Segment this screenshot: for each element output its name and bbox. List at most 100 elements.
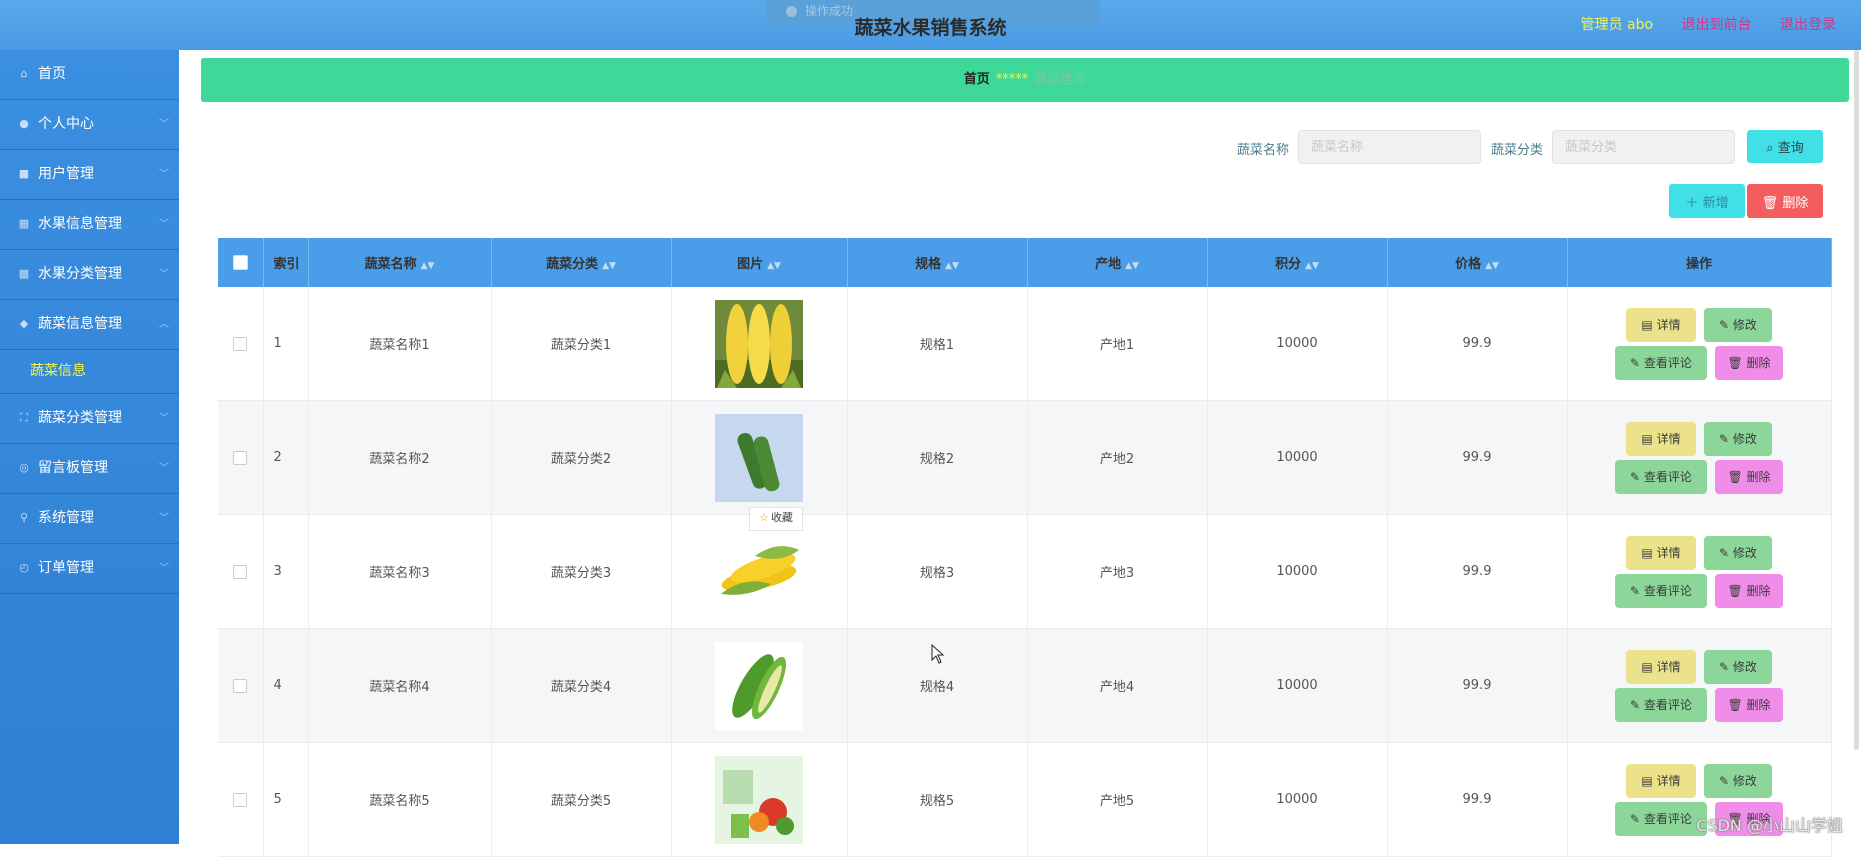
edit-button[interactable]: ✎ 修改 — [1704, 421, 1772, 456]
row-delete-button[interactable]: 🗑 删除 — [1715, 687, 1783, 722]
back-to-frontend-link[interactable]: 退出到前台 — [1682, 17, 1752, 33]
sidebar-item-system[interactable]: ⚲ 系统管理 ﹀ — [0, 494, 179, 544]
detail-button[interactable]: ▤ 详情 — [1626, 307, 1696, 342]
sort-icon[interactable]: ▲▼ — [767, 261, 781, 271]
sort-icon[interactable]: ▲▼ — [421, 261, 435, 271]
document-icon: ▤ — [1641, 317, 1657, 332]
sidebar-item-user-management[interactable]: ■ 用户管理 ﹀ — [0, 150, 179, 200]
sidebar-item-fruit-info[interactable]: ▦ 水果信息管理 ﹀ — [0, 200, 179, 250]
row-delete-button[interactable]: 🗑 删除 — [1715, 459, 1783, 494]
sidebar-item-message-board[interactable]: ◎ 留言板管理 ﹀ — [0, 444, 179, 494]
edit-button[interactable]: ✎ 修改 — [1704, 307, 1772, 342]
row-delete-label: 删除 — [1746, 583, 1771, 598]
apps-icon: ▩ — [18, 267, 30, 280]
sort-icon[interactable]: ▲▼ — [945, 261, 959, 271]
edit-button[interactable]: ✎ 修改 — [1704, 763, 1772, 798]
leaf-icon: ◆ — [19, 317, 29, 330]
column-header-image[interactable]: 图片 ▲▼ — [671, 238, 848, 287]
column-header-index: 索引 — [263, 238, 309, 287]
detail-button[interactable]: ▤ 详情 — [1626, 421, 1696, 456]
sidebar-item-vegetable-category[interactable]: ⛶ 蔬菜分类管理 ﹀ — [0, 394, 179, 444]
trash-icon: 🗑 — [1761, 195, 1783, 211]
add-button[interactable]: ＋ 新增 — [1669, 184, 1745, 218]
column-header-label: 蔬菜名称 — [364, 257, 417, 272]
sidebar-item-label: 订单管理 — [38, 560, 94, 576]
sort-icon[interactable]: ▲▼ — [1485, 261, 1499, 271]
name-search-input[interactable] — [1298, 130, 1481, 164]
message-icon: ◎ — [19, 461, 29, 474]
category-icon: ⛶ — [20, 411, 28, 424]
category-search-input[interactable] — [1552, 130, 1735, 164]
view-comments-button[interactable]: ✎ 查看评论 — [1615, 345, 1707, 380]
cell-points: 10000 — [1207, 400, 1388, 515]
column-header-origin[interactable]: 产地 ▲▼ — [1027, 238, 1208, 287]
pencil-icon: ✎ — [1719, 317, 1733, 332]
column-header-points[interactable]: 积分 ▲▼ — [1207, 238, 1388, 287]
cucumber-image[interactable] — [715, 413, 803, 502]
sort-icon[interactable]: ▲▼ — [1305, 261, 1319, 271]
cell-image — [671, 514, 848, 629]
column-header-name[interactable]: 蔬菜名称 ▲▼ — [308, 238, 492, 287]
view-comments-button[interactable]: ✎ 查看评论 — [1615, 459, 1707, 494]
sort-icon[interactable]: ▲▼ — [602, 261, 616, 271]
page-scrollbar[interactable] — [1854, 50, 1859, 750]
column-header-spec[interactable]: 规格 ▲▼ — [847, 238, 1028, 287]
sidebar-item-orders[interactable]: ◴ 订单管理 ﹀ — [0, 544, 179, 594]
cell-spec: 规格1 — [847, 287, 1028, 401]
row-delete-button[interactable]: 🗑 删除 — [1715, 573, 1783, 608]
batch-delete-button[interactable]: 🗑 删除 — [1747, 184, 1823, 218]
trash-icon: 🗑 — [1727, 583, 1747, 598]
sidebar-item-label: 留言板管理 — [38, 460, 108, 476]
view-comments-button[interactable]: ✎ 查看评论 — [1615, 573, 1707, 608]
row-delete-button[interactable]: 🗑 删除 — [1715, 345, 1783, 380]
row-checkbox[interactable] — [233, 336, 248, 351]
cell-actions: ▤ 详情 ✎ 修改 ✎ 查看评论 🗑 删除 — [1567, 514, 1832, 629]
view-comments-button[interactable]: ✎ 查看评论 — [1615, 687, 1707, 722]
table-row: 5 蔬菜名称5 蔬菜分类5 规格5 产地5 10000 99.9 ▤ 详情 ✎ 修… — [218, 742, 1832, 857]
sort-icon[interactable]: ▲▼ — [1125, 261, 1139, 271]
edit-button[interactable]: ✎ 修改 — [1704, 535, 1772, 570]
corn-cob-image[interactable] — [715, 527, 803, 616]
view-comments-button[interactable]: ✎ 查看评论 — [1615, 801, 1707, 836]
sidebar-item-vegetable-info[interactable]: ◆ 蔬菜信息管理 ︿ — [0, 300, 179, 350]
chevron-down-icon: ﹀ — [159, 169, 169, 180]
edit-button-label: 修改 — [1732, 545, 1757, 560]
favorite-tag[interactable]: ☆ 收藏 — [749, 507, 803, 531]
cell-points: 10000 — [1207, 742, 1388, 857]
cell-origin: 产地2 — [1027, 400, 1208, 515]
sidebar-subitem-vegetable-info[interactable]: 蔬菜信息 — [0, 350, 179, 394]
select-all-checkbox[interactable] — [232, 255, 248, 270]
cell-category: 蔬菜分类5 — [491, 742, 672, 857]
column-header-label: 价格 — [1455, 257, 1482, 272]
column-header-category[interactable]: 蔬菜分类 ▲▼ — [491, 238, 672, 287]
row-checkbox[interactable] — [233, 564, 248, 579]
logout-link[interactable]: 退出登录 — [1780, 17, 1836, 33]
cell-category: 蔬菜分类4 — [491, 628, 672, 743]
cell-name: 蔬菜名称3 — [308, 514, 492, 629]
sidebar-item-home[interactable]: ⌂ 首页 — [0, 50, 179, 100]
row-checkbox[interactable] — [233, 678, 248, 693]
cell-price: 99.9 — [1387, 400, 1568, 515]
column-header-price[interactable]: 价格 ▲▼ — [1387, 238, 1568, 287]
cell-actions: ▤ 详情 ✎ 修改 ✎ 查看评论 🗑 删除 — [1567, 628, 1832, 743]
cell-spec: 规格3 — [847, 514, 1028, 629]
query-button[interactable]: ⌕ 查询 — [1747, 130, 1823, 163]
edit-button[interactable]: ✎ 修改 — [1704, 649, 1772, 684]
settings-icon: ⚲ — [19, 511, 29, 524]
detail-button[interactable]: ▤ 详情 — [1626, 535, 1696, 570]
row-checkbox[interactable] — [233, 450, 248, 465]
bitter-melon-image[interactable] — [715, 641, 803, 730]
vegetable-poster-image[interactable] — [715, 755, 803, 844]
breadcrumb-home[interactable]: 首页 — [964, 72, 990, 87]
batch-delete-label: 删除 — [1782, 195, 1809, 211]
row-checkbox[interactable] — [233, 792, 248, 807]
sidebar-item-label: 蔬菜信息管理 — [38, 316, 122, 332]
sidebar-item-fruit-category[interactable]: ▩ 水果分类管理 ﹀ — [0, 250, 179, 300]
cell-origin: 产地5 — [1027, 742, 1208, 857]
chevron-down-icon: ﹀ — [159, 463, 169, 474]
sidebar-item-label: 用户管理 — [38, 166, 94, 182]
sidebar-item-personal-center[interactable]: ● 个人中心 ﹀ — [0, 100, 179, 150]
detail-button[interactable]: ▤ 详情 — [1626, 763, 1696, 798]
detail-button[interactable]: ▤ 详情 — [1626, 649, 1696, 684]
corn-image[interactable] — [715, 299, 803, 388]
